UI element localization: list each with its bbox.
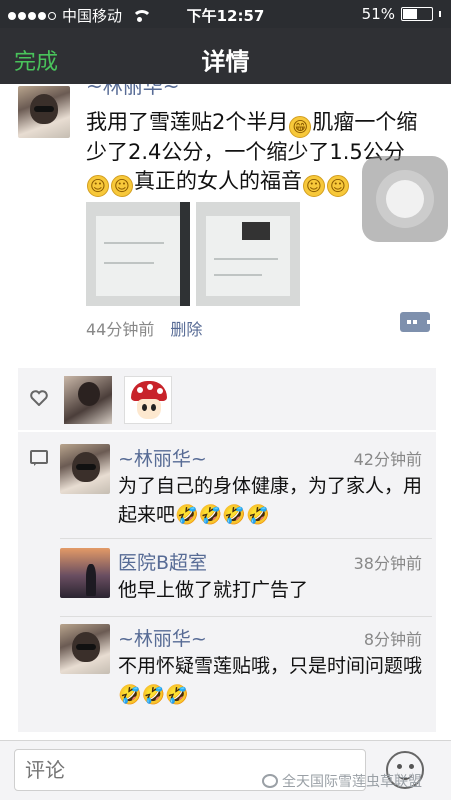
divider xyxy=(60,616,432,617)
post-meta: 44分钟前 删除 xyxy=(86,316,202,340)
likes-panel xyxy=(18,368,436,430)
heart-icon xyxy=(30,390,48,406)
comment-text: 他早上做了就打广告了 xyxy=(118,579,309,601)
post-photo-2[interactable] xyxy=(196,202,300,306)
comment-text: 不用怀疑雪莲贴哦，只是时间问题哦🤣🤣🤣 xyxy=(118,655,423,706)
post-author[interactable]: ~林丽华~ xyxy=(86,84,180,99)
moment-detail[interactable]: ~林丽华~ 我用了雪莲贴2个半月 😁 肌瘤一个缩少了2.4公分，一个缩少了1.5公分… xyxy=(0,84,451,740)
comment-time: 8分钟前 xyxy=(363,630,422,649)
comment-menu-icon[interactable] xyxy=(400,312,431,332)
smile-emoji-icon: ☺ xyxy=(87,175,109,197)
post-photo-1[interactable] xyxy=(86,202,190,306)
laugh-emoji-icon: 🤣🤣🤣 xyxy=(118,684,189,706)
watermark-text: 全天国际雪莲虫草联盟 xyxy=(282,774,422,790)
smile-emoji-icon: ☺ xyxy=(303,175,325,197)
comment-text: 为了自己的身体健康，为了家人，用起来吧🤣🤣🤣🤣 xyxy=(118,475,423,526)
comment-item[interactable]: ~林丽华~ 8分钟前 不用怀疑雪莲贴哦，只是时间问题哦🤣🤣🤣 xyxy=(60,624,432,724)
battery-icon xyxy=(401,7,433,21)
smile-emoji-icon: ☺ xyxy=(111,175,133,197)
wechat-logo-icon xyxy=(262,774,278,788)
comment-author[interactable]: ~林丽华~ xyxy=(118,624,207,651)
laugh-emoji-icon: 🤣🤣🤣🤣 xyxy=(175,504,270,526)
page-title: 详情 xyxy=(201,48,250,76)
status-bar: 中国移动 下午12:57 51% xyxy=(0,0,451,28)
comment-time: 42分钟前 xyxy=(353,450,422,469)
comment-bubble-icon xyxy=(30,450,48,466)
comment-item[interactable]: ~林丽华~ 42分钟前 为了自己的身体健康，为了家人，用起来吧🤣🤣🤣🤣 xyxy=(60,444,432,534)
divider xyxy=(60,538,432,539)
battery-group: 51% xyxy=(362,5,441,23)
comment-input-bar: 全天国际雪莲虫草联盟 xyxy=(0,740,451,800)
comment-avatar[interactable] xyxy=(60,444,110,494)
watermark: 全天国际雪莲虫草联盟 xyxy=(262,771,422,791)
comment-avatar[interactable] xyxy=(60,548,110,598)
grin-emoji-icon: 😁 xyxy=(289,116,312,138)
post-text-part-1: 我用了雪莲贴2个半月 xyxy=(86,110,289,134)
post-time: 44分钟前 xyxy=(86,320,155,339)
assistive-touch-icon[interactable] xyxy=(362,156,448,242)
delete-link[interactable]: 删除 xyxy=(170,316,202,340)
comment-author[interactable]: 医院B超室 xyxy=(118,548,207,575)
comment-item[interactable]: 医院B超室 38分钟前 他早上做了就打广告了 xyxy=(60,548,432,622)
post-text-part-3: 真正的女人的福音 xyxy=(134,169,302,193)
comments-panel: ~林丽华~ 42分钟前 为了自己的身体健康，为了家人，用起来吧🤣🤣🤣🤣 医院B超… xyxy=(18,432,436,732)
comment-author[interactable]: ~林丽华~ xyxy=(118,444,207,471)
nav-bar: 完成 详情 xyxy=(0,28,451,84)
liker-avatar[interactable] xyxy=(64,376,112,424)
battery-percent: 51% xyxy=(361,5,395,23)
liker-avatar[interactable] xyxy=(124,376,172,424)
comment-avatar[interactable] xyxy=(60,624,110,674)
smile-emoji-icon: ☺ xyxy=(327,175,349,197)
post-avatar[interactable] xyxy=(18,86,70,138)
comment-time: 38分钟前 xyxy=(353,554,422,573)
